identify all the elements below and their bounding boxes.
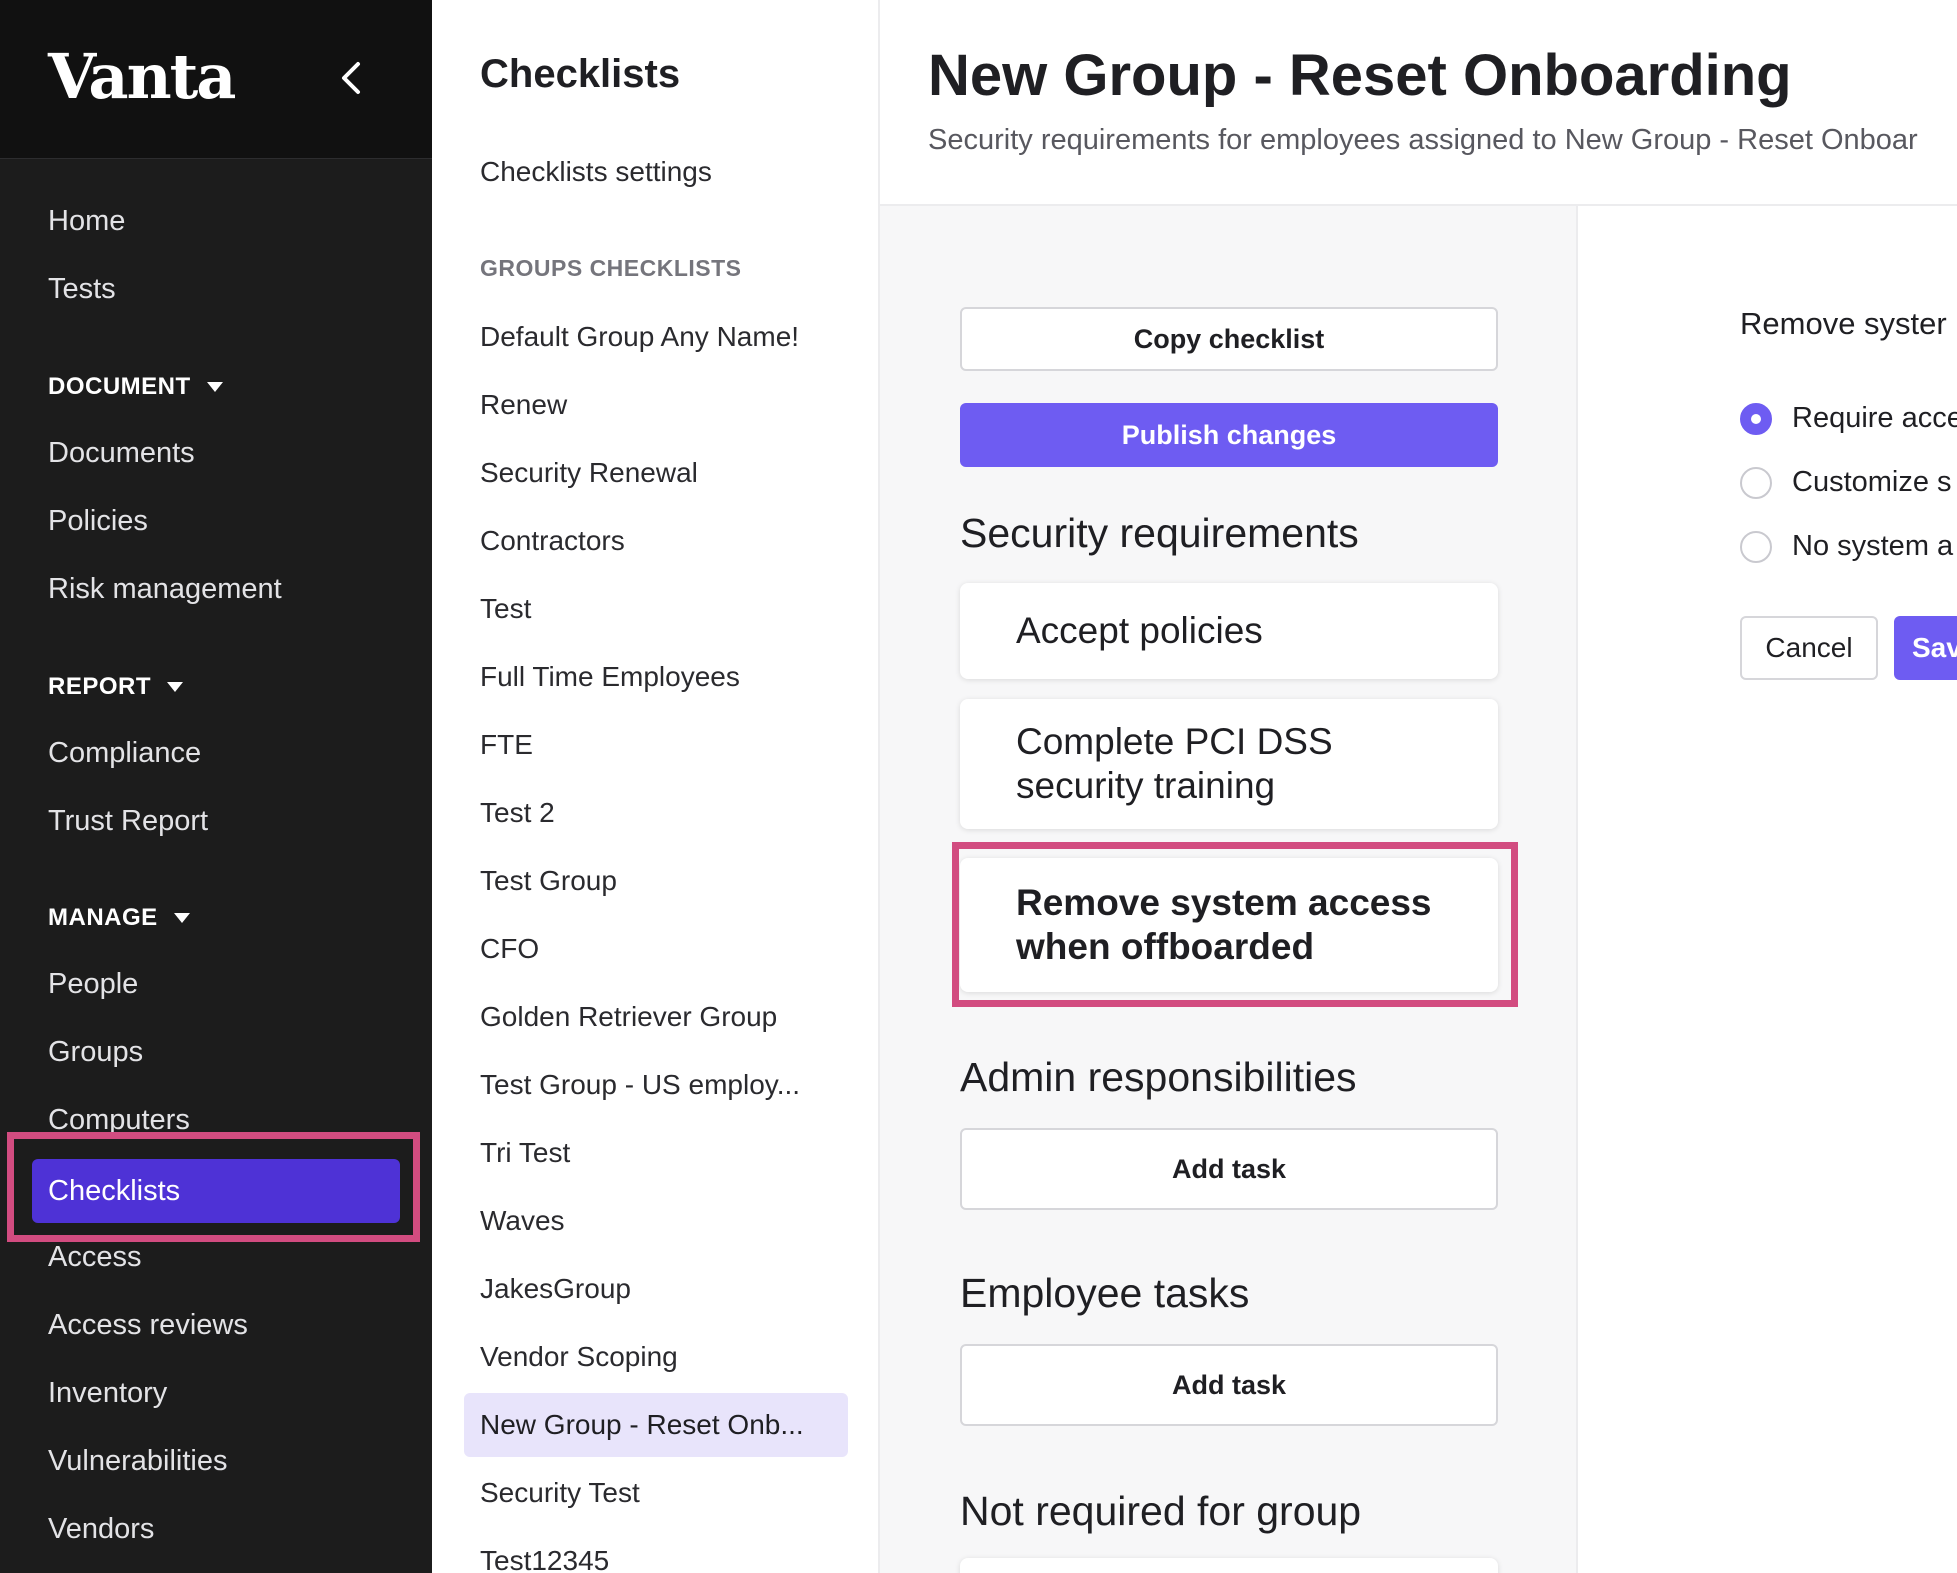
groups-checklists-label: GROUPS CHECKLISTS	[480, 255, 742, 281]
option-no-system-access[interactable]: No system a	[1740, 530, 1953, 563]
requirement-card[interactable]	[960, 1558, 1498, 1573]
group-item[interactable]: Golden Retriever Group	[480, 1001, 777, 1033]
group-item[interactable]: Vendor Scoping	[480, 1341, 678, 1373]
group-item[interactable]: Test12345	[480, 1545, 609, 1573]
requirement-settings-panel: Remove syster Require acce Customize s N…	[1580, 206, 1957, 1573]
group-item[interactable]: Test 2	[480, 797, 555, 829]
page-subtitle: Security requirements for employees assi…	[928, 124, 1918, 156]
caret-down-icon	[173, 913, 190, 923]
add-employee-task-button[interactable]: Add task	[960, 1344, 1498, 1426]
group-item[interactable]: Test	[480, 593, 531, 625]
sidebar-item-people[interactable]: People	[48, 968, 138, 1001]
not-required-heading: Not required for group	[960, 1488, 1362, 1534]
radio-icon[interactable]	[1740, 466, 1772, 499]
highlight-box	[952, 842, 1518, 1007]
checklist-editor: Copy checklist Publish changes Security …	[880, 206, 1578, 1573]
checklists-title: Checklists	[480, 52, 681, 96]
option-label: No system a	[1792, 530, 1954, 562]
sidebar: Vanta Home Tests DOCUMENT Documents Poli…	[0, 0, 432, 1573]
cancel-button[interactable]: Cancel	[1740, 616, 1878, 680]
publish-changes-button[interactable]: Publish changes	[960, 403, 1498, 467]
section-label: DOCUMENT	[48, 373, 191, 400]
security-requirements-heading: Security requirements	[960, 510, 1359, 556]
group-item[interactable]: FTE	[480, 729, 533, 761]
group-item[interactable]: Test Group	[480, 865, 617, 897]
group-item[interactable]: Contractors	[480, 525, 625, 557]
caret-down-icon	[206, 382, 223, 392]
group-item[interactable]: Renew	[480, 389, 567, 421]
option-label: Customize s	[1792, 466, 1952, 498]
sidebar-item-access-reviews[interactable]: Access reviews	[48, 1309, 248, 1342]
sidebar-item-vendors[interactable]: Vendors	[48, 1513, 154, 1546]
copy-checklist-button[interactable]: Copy checklist	[960, 307, 1498, 371]
sidebar-item-compliance[interactable]: Compliance	[48, 737, 201, 770]
add-admin-task-button[interactable]: Add task	[960, 1128, 1498, 1210]
sidebar-item-documents[interactable]: Documents	[48, 437, 195, 470]
section-label: REPORT	[48, 673, 152, 700]
sidebar-item-home[interactable]: Home	[48, 205, 125, 238]
group-item[interactable]: Security Test	[480, 1477, 640, 1509]
sidebar-item-vulnerabilities[interactable]: Vulnerabilities	[48, 1445, 227, 1478]
sidebar-header: Vanta	[0, 0, 432, 159]
sidebar-item-trust-report[interactable]: Trust Report	[48, 805, 208, 838]
sidebar-item-groups[interactable]: Groups	[48, 1036, 143, 1069]
requirement-card[interactable]: Complete PCI DSS security training	[960, 699, 1498, 829]
option-customize[interactable]: Customize s	[1740, 466, 1952, 499]
group-item[interactable]: Security Renewal	[480, 457, 698, 489]
page-title: New Group - Reset Onboarding	[928, 43, 1792, 108]
collapse-sidebar-icon[interactable]	[332, 56, 372, 100]
requirement-label: Accept policies	[1016, 610, 1263, 651]
group-item[interactable]: Tri Test	[480, 1137, 570, 1169]
sidebar-item-tests[interactable]: Tests	[48, 273, 116, 306]
group-item[interactable]: Test Group - US employ...	[480, 1069, 800, 1101]
group-item[interactable]: Waves	[480, 1205, 565, 1237]
group-item[interactable]: Full Time Employees	[480, 661, 740, 693]
requirement-card[interactable]: Accept policies	[960, 583, 1498, 679]
section-label: MANAGE	[48, 904, 158, 931]
checklists-settings-link[interactable]: Checklists settings	[480, 156, 712, 188]
option-label: Require acce	[1792, 402, 1957, 434]
admin-responsibilities-heading: Admin responsibilities	[960, 1054, 1357, 1100]
option-require-access[interactable]: Require acce	[1740, 402, 1957, 435]
sidebar-item-risk-management[interactable]: Risk management	[48, 573, 282, 606]
sidebar-item-policies[interactable]: Policies	[48, 505, 148, 538]
radio-icon[interactable]	[1740, 530, 1772, 563]
sidebar-item-inventory[interactable]: Inventory	[48, 1377, 167, 1410]
save-button[interactable]: Sav	[1894, 616, 1957, 680]
group-item[interactable]: CFO	[480, 933, 539, 965]
checklists-nav: Checklists Checklists settings GROUPS CH…	[432, 0, 880, 1573]
caret-down-icon	[167, 682, 184, 692]
sidebar-section-report[interactable]: REPORT	[48, 673, 184, 701]
requirement-label: Complete PCI DSS security training	[1016, 721, 1333, 806]
employee-tasks-heading: Employee tasks	[960, 1270, 1250, 1316]
highlight-box	[7, 1132, 420, 1242]
group-item[interactable]: JakesGroup	[480, 1273, 631, 1305]
radio-selected-icon[interactable]	[1740, 402, 1772, 435]
sidebar-item-access[interactable]: Access	[48, 1241, 141, 1274]
vanta-logo[interactable]: Vanta	[48, 40, 236, 113]
group-item[interactable]: Default Group Any Name!	[480, 321, 799, 353]
page-header: New Group - Reset Onboarding Security re…	[880, 0, 1957, 206]
sidebar-section-manage[interactable]: MANAGE	[48, 904, 190, 932]
group-item-selected[interactable]: New Group - Reset Onb...	[464, 1393, 848, 1457]
sidebar-section-document[interactable]: DOCUMENT	[48, 373, 223, 401]
panel-title: Remove syster	[1740, 306, 1947, 341]
